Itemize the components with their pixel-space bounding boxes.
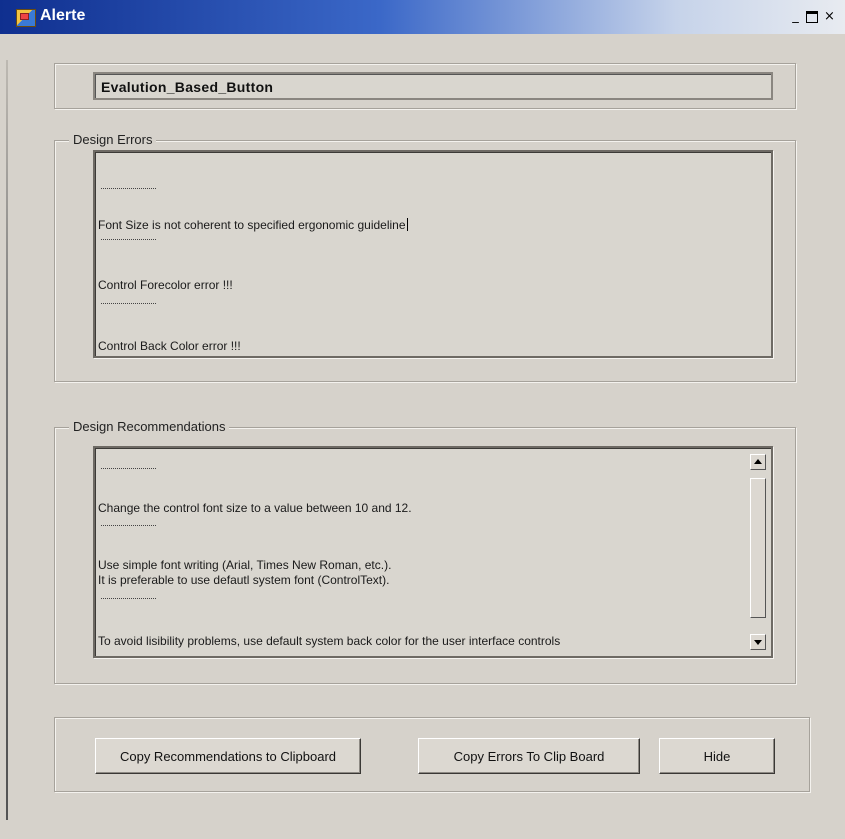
minimize-button[interactable]: _	[789, 10, 802, 24]
design-errors-label: Design Errors	[69, 132, 157, 147]
separator	[101, 525, 156, 526]
copy-errors-button[interactable]: Copy Errors To Clip Board	[418, 738, 640, 774]
error-line-font-size: Font Size is not coherent to specified e…	[98, 218, 408, 232]
separator	[101, 303, 156, 304]
text-caret	[406, 218, 408, 231]
window-title: Alerte	[40, 7, 86, 24]
separator	[101, 598, 156, 599]
recommendations-scrollbar[interactable]	[748, 450, 769, 654]
close-button[interactable]: ×	[823, 10, 836, 24]
error-line-backcolor: Control Back Color error !!!	[98, 339, 241, 353]
separator	[101, 468, 156, 469]
hide-button[interactable]: Hide	[659, 738, 775, 774]
window-left-edge	[6, 60, 8, 820]
scroll-down-arrow-icon[interactable]	[750, 634, 766, 650]
title-bar[interactable]: Alerte _ ×	[0, 0, 845, 34]
recommendation-line-font-writing: Use simple font writing (Arial, Times Ne…	[98, 558, 392, 572]
separator	[101, 239, 156, 240]
scroll-thumb[interactable]	[750, 478, 766, 618]
recommendation-line-back-color: To avoid lisibility problems, use defaul…	[98, 634, 561, 648]
maximize-button[interactable]	[806, 11, 818, 23]
recommendation-line-font-size: Change the control font size to a value …	[98, 501, 412, 515]
separator	[101, 188, 156, 189]
copy-recommendations-button[interactable]: Copy Recommendations to Clipboard	[95, 738, 361, 774]
design-recommendations-label: Design Recommendations	[69, 419, 230, 434]
scroll-up-arrow-icon[interactable]	[750, 454, 766, 470]
app-icon	[16, 9, 36, 27]
recommendation-line-system-font: It is preferable to use defautl system f…	[98, 573, 390, 587]
design-recommendations-textarea[interactable]: Change the control font size to a value …	[93, 446, 773, 658]
error-line-forecolor: Control Forecolor error !!!	[98, 278, 233, 292]
control-name-field[interactable]: Evalution_Based_Button	[93, 72, 773, 100]
design-errors-textarea[interactable]: Font Size is not coherent to specified e…	[93, 150, 773, 358]
